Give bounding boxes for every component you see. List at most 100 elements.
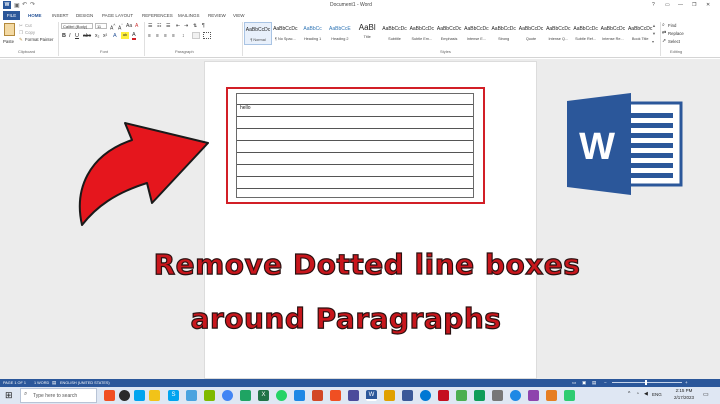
close-button[interactable]: ✕: [706, 2, 710, 8]
taskbar-app-icon[interactable]: [546, 390, 557, 401]
taskbar-app-icon[interactable]: [528, 390, 539, 401]
zoom-slider[interactable]: [612, 382, 682, 383]
restore-button[interactable]: ❐: [692, 2, 696, 8]
word-app-icon[interactable]: W: [3, 1, 11, 9]
volume-icon[interactable]: ◀: [644, 391, 648, 397]
shrink-font-button[interactable]: Aˇ: [118, 23, 123, 32]
styles-scroll-up-icon[interactable]: ▲: [652, 23, 656, 28]
line-spacing-button[interactable]: ↕: [182, 33, 185, 39]
grow-font-button[interactable]: A^: [110, 23, 115, 32]
style-gallery-item[interactable]: AaBbCcDc Intense E...: [462, 22, 490, 45]
font-name-combobox[interactable]: Calibri (Body): [61, 23, 93, 29]
style-gallery-item[interactable]: AaBbCcDc Quote: [517, 22, 545, 45]
change-case-button[interactable]: Aa: [126, 23, 132, 29]
redo-icon[interactable]: ↷: [30, 1, 35, 8]
tab-file[interactable]: FILE: [3, 11, 20, 20]
taskbar-app-icon[interactable]: [134, 390, 145, 401]
powerpoint-icon[interactable]: [312, 390, 323, 401]
paste-icon[interactable]: [4, 23, 15, 36]
minimize-button[interactable]: —: [678, 2, 683, 8]
taskbar-app-icon[interactable]: [492, 390, 503, 401]
windows-start-icon[interactable]: ⊞: [5, 390, 13, 400]
style-gallery-item[interactable]: AaBbCcDc Subtle Ref...: [572, 22, 600, 45]
highlight-button[interactable]: ab: [121, 32, 129, 39]
network-icon[interactable]: ◔: [636, 391, 639, 397]
web-layout-icon[interactable]: ▤: [592, 380, 596, 386]
cut-button[interactable]: Cut: [25, 23, 32, 28]
taskbar-app-icon[interactable]: [564, 390, 575, 401]
word-taskbar-icon[interactable]: W: [366, 390, 377, 401]
whatsapp-icon[interactable]: [276, 390, 287, 401]
replace-button[interactable]: Replace: [668, 31, 684, 36]
system-tray-chevron-icon[interactable]: ^: [628, 391, 630, 397]
borders-button[interactable]: [203, 32, 211, 39]
proofing-icon[interactable]: ▤: [52, 380, 56, 386]
style-gallery-item[interactable]: AaBbCcDc Emphasis: [435, 22, 463, 45]
style-gallery-item[interactable]: AaBbCcDc Intense Q...: [544, 22, 572, 45]
subscript-button[interactable]: x₂: [95, 33, 99, 39]
taskbar-app-icon[interactable]: [438, 390, 449, 401]
tab-references[interactable]: REFERENCES: [142, 12, 173, 20]
taskbar-app-icon[interactable]: [474, 390, 485, 401]
excel-icon[interactable]: X: [258, 390, 269, 401]
bullets-button[interactable]: ☰: [148, 23, 152, 29]
show-formatting-marks-button[interactable]: ¶: [202, 23, 205, 29]
taskbar-app-icon[interactable]: [240, 390, 251, 401]
multilevel-list-button[interactable]: ☰: [166, 23, 170, 29]
center-button[interactable]: ≡: [156, 33, 159, 39]
taskbar-app-icon[interactable]: [348, 390, 359, 401]
justify-button[interactable]: ≡: [172, 33, 175, 39]
taskbar-search-box[interactable]: ⌕ Type here to search: [20, 388, 97, 403]
style-gallery-item[interactable]: AaBbCcDc Subtle Em...: [408, 22, 436, 45]
print-layout-icon[interactable]: ▣: [582, 380, 586, 386]
styles-scroll-down-icon[interactable]: ▼: [652, 31, 656, 36]
tab-review[interactable]: REVIEW: [208, 12, 226, 20]
tab-view[interactable]: VIEW: [233, 12, 245, 20]
numbering-button[interactable]: ☷: [157, 23, 161, 29]
style-gallery-item[interactable]: AaBbCcDc ¶ No Spac...: [271, 22, 299, 45]
style-gallery-item[interactable]: AaBbCcDc Intense Re...: [599, 22, 627, 45]
clock-time[interactable]: 2:15 PM: [670, 388, 698, 393]
taskbar-app-icon[interactable]: [204, 390, 215, 401]
taskbar-app-icon[interactable]: [510, 390, 521, 401]
notifications-icon[interactable]: ▭: [703, 391, 709, 398]
read-mode-icon[interactable]: ▭: [572, 380, 576, 386]
font-size-combobox[interactable]: 11: [95, 23, 107, 29]
tab-design[interactable]: DESIGN: [76, 12, 93, 20]
style-gallery-item[interactable]: AaBbCcDc Subtitle: [381, 22, 409, 45]
style-gallery-item[interactable]: AaBl Title: [353, 22, 381, 45]
italic-button[interactable]: I: [69, 33, 71, 39]
underline-button[interactable]: U: [75, 33, 79, 39]
zoom-out-icon[interactable]: −: [604, 380, 607, 385]
format-painter-button[interactable]: Format Painter: [25, 37, 53, 42]
taskbar-app-icon[interactable]: [402, 390, 413, 401]
taskbar-app-icon[interactable]: [330, 390, 341, 401]
file-explorer-icon[interactable]: [149, 390, 160, 401]
taskbar-app-icon[interactable]: [104, 390, 115, 401]
style-gallery-item[interactable]: AaBbCcDc Strong: [490, 22, 518, 45]
paste-button[interactable]: Paste: [3, 39, 14, 44]
font-color-button[interactable]: A: [132, 32, 136, 40]
tab-home[interactable]: HOME: [28, 12, 42, 20]
find-button[interactable]: Find: [668, 23, 676, 28]
paragraph-border-box[interactable]: [236, 93, 474, 198]
copy-button[interactable]: Copy: [25, 30, 35, 35]
skype-icon[interactable]: S: [168, 390, 179, 401]
increase-indent-button[interactable]: ⇥: [184, 23, 188, 29]
text-effects-button[interactable]: A: [113, 33, 117, 39]
bold-button[interactable]: B: [62, 33, 66, 39]
zoom-in-icon[interactable]: +: [685, 380, 688, 385]
taskbar-app-icon[interactable]: [294, 390, 305, 401]
strikethrough-button[interactable]: abc: [83, 33, 91, 39]
word-count-status[interactable]: 1 WORD: [34, 381, 49, 385]
shading-button[interactable]: [192, 32, 200, 39]
taskbar-app-icon[interactable]: [456, 390, 467, 401]
save-icon[interactable]: ▣: [14, 2, 20, 9]
clock-date[interactable]: 2/17/2023: [670, 395, 698, 400]
tab-insert[interactable]: INSERT: [52, 12, 68, 20]
tab-mailings[interactable]: MAILINGS: [178, 12, 200, 20]
align-left-button[interactable]: ≡: [148, 33, 151, 39]
clear-formatting-button[interactable]: A: [135, 23, 138, 29]
style-gallery-item[interactable]: AaBbCcDc ¶ Normal: [244, 22, 272, 45]
taskbar-app-icon[interactable]: [186, 390, 197, 401]
